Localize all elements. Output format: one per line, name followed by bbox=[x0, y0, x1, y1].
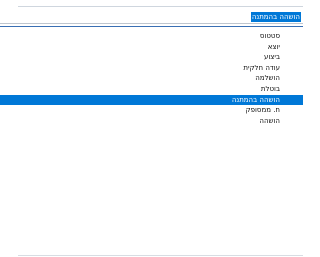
option-partial[interactable]: עודה חלקית bbox=[0, 63, 303, 74]
window-top-border bbox=[18, 6, 303, 7]
option-out[interactable]: יוצא bbox=[0, 42, 303, 53]
status-dropdown-screen: הושהה בהמתנה סטטוס יוצא ביצוע עודה חלקית… bbox=[0, 0, 303, 257]
status-dropdown[interactable]: הושהה בהמתנה bbox=[0, 10, 303, 24]
option-supplied[interactable]: ח. ממסופק bbox=[0, 105, 303, 116]
option-paused[interactable]: הושהה bbox=[0, 116, 303, 127]
options-list: סטטוס יוצא ביצוע עודה חלקית הושלמה בוטלת… bbox=[0, 27, 303, 126]
window-bottom-border bbox=[18, 255, 303, 256]
option-execution[interactable]: ביצוע bbox=[0, 52, 303, 63]
option-completed[interactable]: הושלמה bbox=[0, 73, 303, 84]
option-status[interactable]: סטטוס bbox=[0, 31, 303, 42]
dropdown-selected-value[interactable]: הושהה בהמתנה bbox=[250, 12, 301, 22]
option-waiting-selected[interactable]: הושהה בהמתנה bbox=[0, 94, 303, 106]
dropdown-options-list: סטטוס יוצא ביצוע עודה חלקית הושלמה בוטלת… bbox=[0, 26, 303, 257]
option-canceled[interactable]: בוטלת bbox=[0, 84, 303, 95]
